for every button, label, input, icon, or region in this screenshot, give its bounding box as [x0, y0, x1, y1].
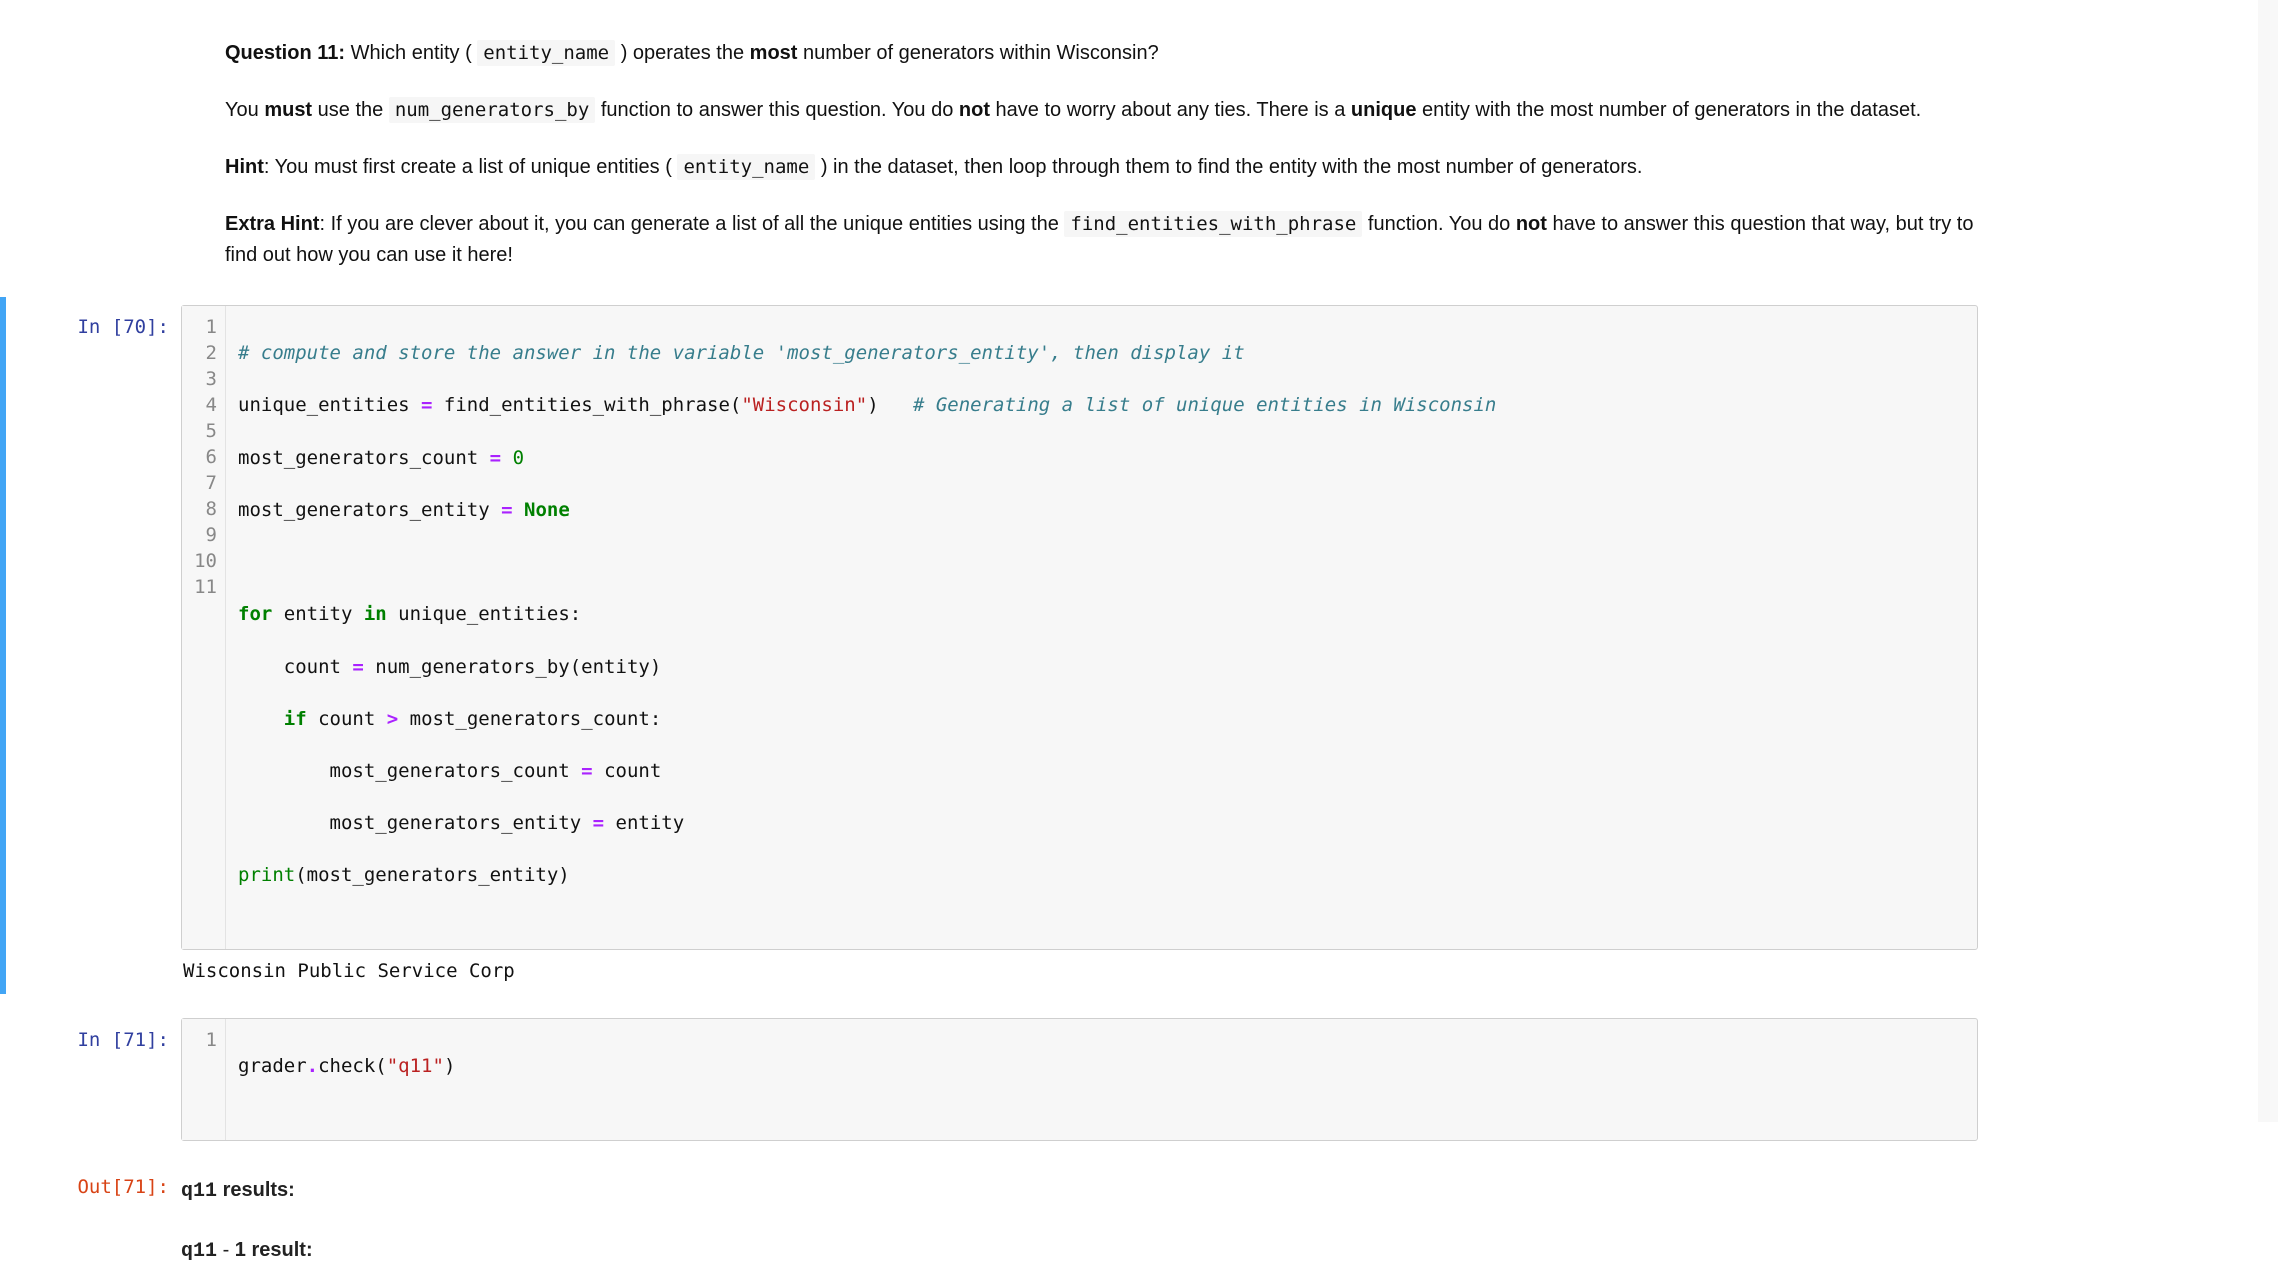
line-number-gutter: 1 2 3 4 5 6 7 8 9 10 11 — [182, 306, 226, 949]
input-prompt-71: In [71]: — [0, 1018, 181, 1141]
output-cell-71: Out[71]: q11 results: q11 - 1 result: — [0, 1165, 1978, 1267]
stdout-output-70: Wisconsin Public Service Corp — [181, 950, 1978, 986]
scrollbar-track[interactable] — [2258, 0, 2278, 1122]
hint-paragraph: Hint: You must first create a list of un… — [225, 152, 1978, 183]
notebook-page: Question 11: Which entity ( entity_name … — [0, 0, 2278, 1267]
markdown-cell: Question 11: Which entity ( entity_name … — [225, 0, 1978, 271]
question-label: Question 11: — [225, 42, 345, 64]
extra-hint-paragraph: Extra Hint: If you are clever about it, … — [225, 209, 1978, 271]
code-find-entities: find_entities_with_phrase — [1064, 211, 1362, 237]
code-editor-70[interactable]: 1 2 3 4 5 6 7 8 9 10 11 # compute and st… — [181, 305, 1978, 950]
line-number-gutter: 1 — [182, 1019, 226, 1140]
code-cell-70[interactable]: In [70]: 1 2 3 4 5 6 7 8 9 10 11 — [0, 297, 1978, 994]
code-text-71[interactable]: grader.check("q11") — [226, 1019, 1977, 1140]
input-prompt-70: In [70]: — [6, 305, 181, 986]
question-paragraph: Question 11: Which entity ( entity_name … — [225, 38, 1978, 69]
must-paragraph: You must use the num_generators_by funct… — [225, 95, 1978, 126]
code-text-70[interactable]: # compute and store the answer in the va… — [226, 306, 1977, 949]
code-entity-name: entity_name — [477, 40, 615, 66]
output-prompt-71: Out[71]: — [0, 1165, 181, 1267]
grader-results-title: q11 results: — [181, 1175, 1978, 1207]
code-editor-71[interactable]: 1 grader.check("q11") — [181, 1018, 1978, 1141]
code-num-generators-by: num_generators_by — [389, 97, 595, 123]
code-entity-name-2: entity_name — [677, 154, 815, 180]
grader-subresult: q11 - 1 result: — [181, 1235, 1978, 1267]
code-cell-71[interactable]: In [71]: 1 grader.check("q11") — [0, 1018, 1978, 1141]
